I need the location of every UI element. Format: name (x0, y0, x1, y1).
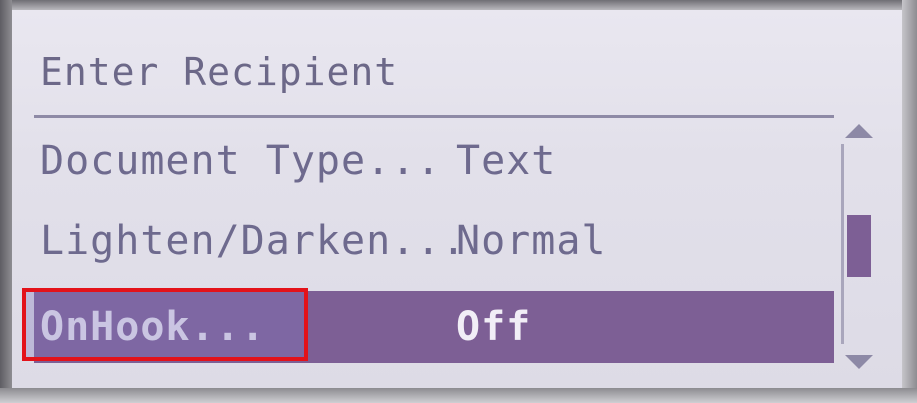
menu-row-document-type[interactable]: Document Type... Text (34, 128, 834, 192)
menu-row-value: Normal (456, 218, 607, 264)
device-bezel: Enter Recipient Document Type... Text Li… (0, 0, 917, 403)
triangle-down-icon[interactable] (845, 355, 873, 369)
menu-row-lighten-darken[interactable]: Lighten/Darken... Normal (34, 208, 834, 272)
bezel-right-edge (902, 0, 917, 403)
menu-row-value: Off (456, 304, 532, 350)
bezel-bottom-edge (0, 388, 917, 403)
scrollbar-thumb[interactable] (847, 215, 871, 277)
lcd-screen: Enter Recipient Document Type... Text Li… (12, 10, 902, 388)
menu-row-label: Lighten/Darken... (40, 218, 467, 264)
header-divider (34, 115, 834, 118)
bezel-left-edge (0, 0, 12, 403)
bezel-top-edge (0, 0, 917, 10)
scrollbar[interactable] (835, 122, 873, 370)
menu-row-value: Text (456, 138, 557, 184)
annotation-highlight-box (22, 288, 308, 361)
screen-title: Enter Recipient (40, 50, 399, 94)
menu-row-label: Document Type... (40, 138, 442, 184)
triangle-up-icon[interactable] (845, 124, 873, 138)
